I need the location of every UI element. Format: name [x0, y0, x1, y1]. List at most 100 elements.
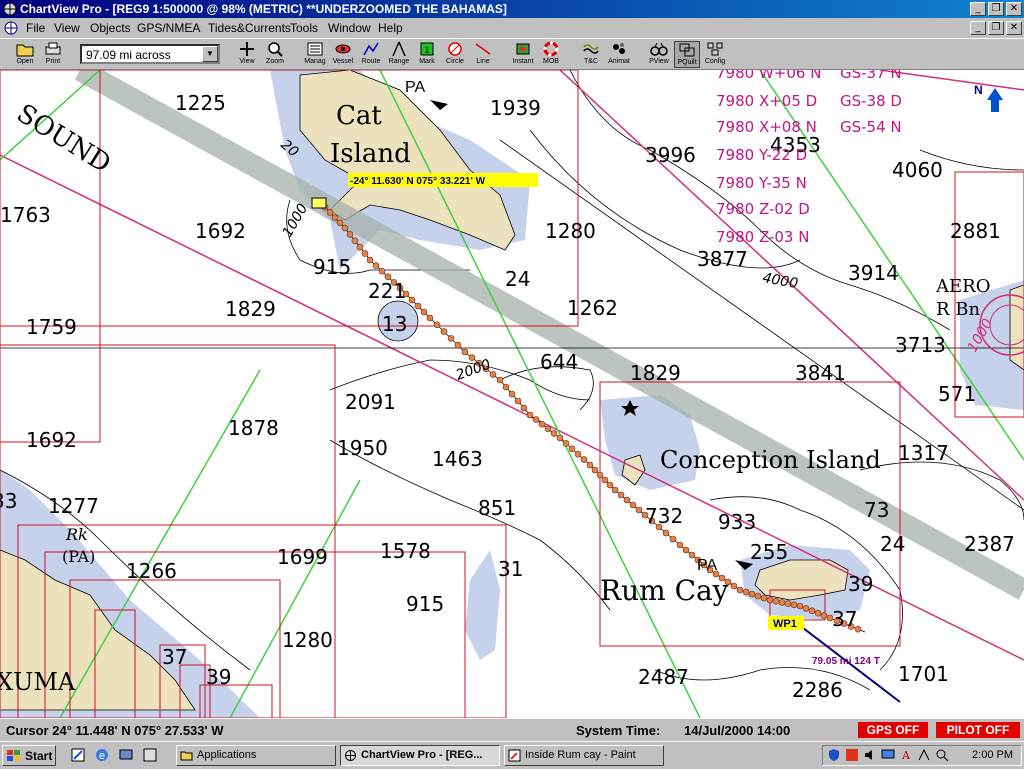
track-point	[591, 466, 599, 474]
chevron-down-icon[interactable]: ▼	[202, 46, 218, 62]
sounding: 1266	[126, 559, 177, 583]
menu-window[interactable]: Window	[328, 21, 371, 35]
close-button[interactable]: ✕	[1006, 2, 1022, 16]
sounding: 1692	[26, 428, 77, 452]
nautical-chart[interactable]: N SOUND Cat Island Conception Island Rum…	[0, 70, 1024, 718]
start-label: Start	[25, 749, 53, 763]
display-icon[interactable]	[881, 748, 895, 762]
sounding: 1939	[490, 96, 541, 120]
gps-status-button[interactable]: GPS OFF	[858, 722, 928, 738]
sounding: 915	[313, 255, 351, 279]
task-applications[interactable]: Applications	[176, 745, 336, 766]
track-point	[433, 321, 441, 329]
contour-label-4000: 4000	[761, 270, 799, 292]
sounding: 37	[832, 607, 857, 631]
track-point	[742, 588, 750, 596]
minimize-button[interactable]: _	[970, 2, 986, 16]
circle-button[interactable]: Circle	[442, 41, 468, 68]
chart-canvas[interactable]: N SOUND Cat Island Conception Island Rum…	[0, 70, 1024, 718]
label-island: Island	[330, 139, 411, 169]
menu-objects[interactable]: Objects	[90, 21, 131, 35]
track-point	[754, 592, 762, 600]
track-point	[611, 486, 619, 494]
sounding: 1701	[898, 662, 949, 686]
maximize-button[interactable]: ❐	[988, 2, 1004, 16]
sounding: 1699	[277, 545, 328, 569]
sounding: 2091	[345, 390, 396, 414]
print-button[interactable]: Print	[40, 41, 66, 68]
track-point	[760, 594, 768, 602]
track-point	[336, 219, 344, 227]
quicklaunch-show-desktop-icon[interactable]	[142, 747, 158, 763]
label-cat: Cat	[336, 101, 382, 131]
font-icon[interactable]: A	[899, 748, 913, 762]
window-title: ChartView Pro - [REG9 1:500000 @ 98% (ME…	[20, 2, 507, 16]
task-paint[interactable]: Inside Rum cay - Paint	[504, 745, 664, 766]
document-icon[interactable]	[3, 20, 19, 36]
open-button[interactable]: Open	[12, 41, 38, 68]
menu-view[interactable]: View	[54, 21, 80, 35]
crosshair-icon	[240, 42, 254, 56]
pview-button[interactable]: PView	[646, 41, 672, 68]
sounding: 732	[645, 504, 683, 528]
mdi-restore-button[interactable]: ❐	[988, 21, 1004, 35]
animate-button[interactable]: Animat	[606, 41, 632, 68]
sounding: 933	[718, 510, 756, 534]
range-button[interactable]: Range	[386, 41, 412, 68]
route-button[interactable]: Route	[358, 41, 384, 68]
manage-button[interactable]: Manag	[302, 41, 328, 68]
mark-button[interactable]: 1 Mark	[414, 41, 440, 68]
track-point	[562, 440, 570, 447]
menu-tools[interactable]: Tools	[290, 21, 318, 35]
menu-file[interactable]: File	[26, 21, 45, 35]
quicklaunch-network-icon[interactable]	[118, 747, 134, 763]
network-icon[interactable]	[917, 748, 931, 762]
track-point	[596, 471, 604, 479]
clock[interactable]: 2:00 PM	[972, 749, 1013, 761]
track-point	[461, 348, 469, 356]
tides-currents-button[interactable]: T&C	[578, 41, 604, 68]
track-point	[796, 602, 804, 610]
config-button[interactable]: Config	[702, 41, 728, 68]
line-button[interactable]: Line	[470, 41, 496, 68]
instant-button[interactable]: Instant	[510, 41, 536, 68]
mdi-close-button[interactable]: ✕	[1006, 21, 1022, 35]
north-arrow-icon	[987, 88, 1003, 112]
shield-icon[interactable]	[827, 748, 841, 762]
green-line-3	[229, 479, 361, 718]
label-aero: AERO	[935, 276, 990, 297]
menu-gps-nmea[interactable]: GPS/NMEA	[137, 21, 200, 35]
start-button[interactable]: Start	[2, 745, 56, 766]
shallow-area-31	[465, 550, 500, 660]
track-point	[606, 481, 614, 489]
mdi-minimize-button[interactable]: _	[970, 21, 986, 35]
search-icon[interactable]	[935, 748, 949, 762]
menu-tides-currents[interactable]: Tides&Currents	[208, 21, 291, 35]
pilot-status-button[interactable]: PILOT OFF	[936, 722, 1020, 738]
sounding: 1763	[0, 203, 51, 227]
track-point	[447, 335, 455, 342]
task-chartview[interactable]: ChartView Pro - [REG...	[340, 745, 500, 766]
view-button[interactable]: View	[234, 41, 260, 68]
zoom-button[interactable]: Zoom	[262, 41, 288, 68]
cursor-marker[interactable]	[311, 197, 327, 209]
quicklaunch-edit-icon[interactable]	[70, 747, 86, 763]
cursor-readout-text: -24° 11.630' N 075° 33.221' W	[350, 176, 486, 187]
internet-explorer-icon[interactable]: e	[94, 747, 110, 763]
track-point	[520, 404, 528, 412]
volume-icon[interactable]	[863, 748, 877, 762]
vessel-button[interactable]: Vessel	[330, 41, 356, 68]
scale-select[interactable]: 97.09 mi across ▼	[80, 44, 220, 64]
track-point	[772, 597, 780, 605]
pquilt-button[interactable]: PQuilt	[674, 41, 700, 68]
sounding: 4060	[892, 158, 943, 182]
mob-button[interactable]: MOB	[538, 41, 564, 68]
animate-label: Animat	[608, 58, 630, 65]
menu-help[interactable]: Help	[378, 21, 403, 35]
sounding: 1692	[195, 219, 246, 243]
track-point	[766, 596, 774, 604]
sounding: 3996	[645, 143, 696, 167]
title-bar[interactable]: ChartView Pro - [REG9 1:500000 @ 98% (ME…	[0, 0, 1024, 18]
antivirus-icon[interactable]	[845, 748, 859, 762]
label-exuma: XUMA	[0, 668, 76, 696]
